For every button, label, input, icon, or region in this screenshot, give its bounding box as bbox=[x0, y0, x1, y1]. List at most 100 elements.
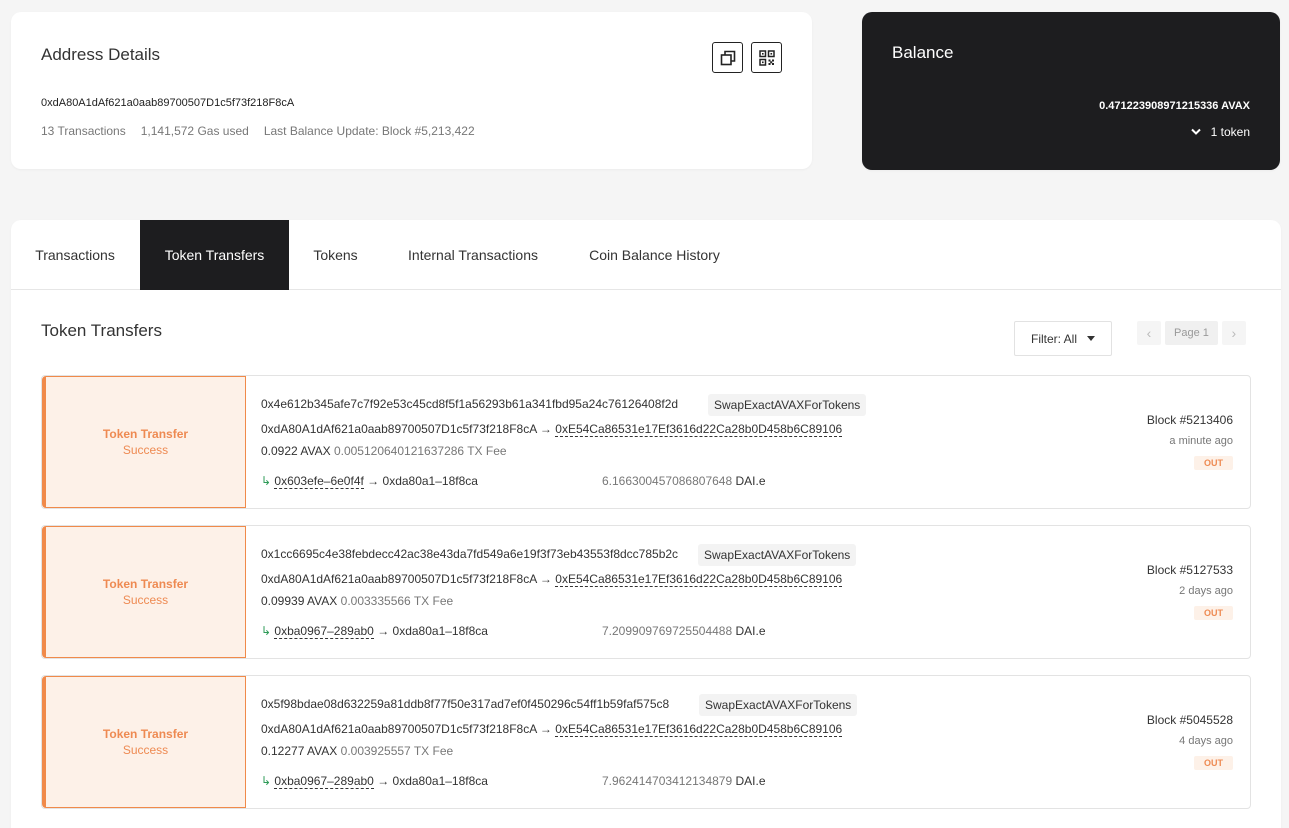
transfer-status: Success bbox=[122, 443, 169, 457]
token-symbol[interactable]: DAI.e bbox=[735, 624, 765, 638]
transfer-status-tile: Token Transfer Success bbox=[42, 376, 246, 508]
address-details-card: Address Details 0xdA80A1dAf621a0aab89700… bbox=[11, 12, 812, 169]
prev-page-button[interactable]: ‹ bbox=[1137, 321, 1161, 345]
address-meta: 13 Transactions 1,141,572 Gas used Last … bbox=[41, 124, 475, 138]
chevron-down-icon bbox=[1190, 128, 1201, 135]
direction-badge: OUT bbox=[1194, 606, 1233, 620]
pagination: ‹ Page 1 › bbox=[1137, 321, 1246, 345]
transfer-row: Token Transfer Success 0x4e612b345afe7c7… bbox=[41, 375, 1251, 509]
direction-badge: OUT bbox=[1194, 756, 1233, 770]
tx-fee: 0.003925557 TX Fee bbox=[340, 744, 454, 758]
caret-down-icon bbox=[1087, 336, 1095, 341]
tab-token-transfers[interactable]: Token Transfers bbox=[140, 220, 289, 290]
transaction-hash[interactable]: 0x1cc6695c4e38febdecc42ac38e43da7fd549a6… bbox=[261, 547, 678, 561]
from-address[interactable]: 0xdA80A1dAf621a0aab89700507D1c5f73f218F8… bbox=[261, 422, 537, 436]
section-title: Token Transfers bbox=[41, 321, 162, 340]
arrow-right-icon: → bbox=[377, 624, 390, 638]
from-address[interactable]: 0xdA80A1dAf621a0aab89700507D1c5f73f218F8… bbox=[261, 572, 537, 586]
copy-address-button[interactable] bbox=[712, 42, 743, 73]
tab-coin-balance-history[interactable]: Coin Balance History bbox=[566, 220, 743, 290]
arrow-right-icon: → bbox=[377, 774, 390, 788]
block-number[interactable]: Block #5127533 bbox=[1147, 563, 1233, 577]
to-address[interactable]: 0xE54Ca86531e17Ef3616d22Ca28b0D458b6C891… bbox=[555, 422, 843, 437]
token-dropdown[interactable]: 1 token bbox=[1190, 125, 1250, 139]
transfer-row: Token Transfer Success 0x1cc6695c4e38feb… bbox=[41, 525, 1251, 659]
from-address[interactable]: 0xdA80A1dAf621a0aab89700507D1c5f73f218F8… bbox=[261, 722, 537, 736]
transaction-count: 13 Transactions bbox=[41, 124, 126, 138]
transfer-type: Token Transfer bbox=[102, 727, 189, 741]
token-amount: 6.166300457086807648 DAI.e bbox=[602, 474, 766, 488]
block-number[interactable]: Block #5213406 bbox=[1147, 413, 1233, 427]
transaction-value: 0.09939 AVAX 0.003335566 TX Fee bbox=[261, 594, 453, 608]
method-badge: SwapExactAVAXForTokens bbox=[708, 394, 867, 416]
from-to: 0xdA80A1dAf621a0aab89700507D1c5f73f218F8… bbox=[261, 572, 843, 587]
arrow-right-icon: → bbox=[539, 722, 552, 736]
transaction-hash[interactable]: 0x5f98bdae08d632259a81ddb8f77f50e317ad7e… bbox=[261, 697, 669, 711]
qr-code-button[interactable] bbox=[751, 42, 782, 73]
block-number[interactable]: Block #5045528 bbox=[1147, 713, 1233, 727]
address-details-title: Address Details bbox=[41, 45, 161, 64]
token-amount-value: 7.962414703412134879 bbox=[602, 774, 733, 788]
arrow-right-icon: → bbox=[539, 572, 552, 586]
from-to: 0xdA80A1dAf621a0aab89700507D1c5f73f218F8… bbox=[261, 722, 843, 737]
token-amount-value: 7.209909769725504488 bbox=[602, 624, 733, 638]
next-page-button[interactable]: › bbox=[1221, 321, 1246, 345]
address-hash[interactable]: 0xdA80A1dAf621a0aab89700507D1c5f73f218F8… bbox=[41, 97, 294, 109]
token-to-address[interactable]: 0xda80a1–18f8ca bbox=[393, 774, 488, 788]
tab-transactions[interactable]: Transactions bbox=[11, 220, 139, 290]
token-to-address[interactable]: 0xda80a1–18f8ca bbox=[393, 624, 488, 638]
tab-tokens[interactable]: Tokens bbox=[291, 220, 380, 290]
arrow-right-icon: → bbox=[539, 422, 552, 436]
tx-fee: 0.005120640121637286 TX Fee bbox=[333, 444, 507, 458]
token-from-address[interactable]: 0x603efe–6e0f4f bbox=[274, 474, 364, 489]
token-amount-value: 6.166300457086807648 bbox=[602, 474, 733, 488]
token-amount: 7.209909769725504488 DAI.e bbox=[602, 624, 766, 638]
from-to: 0xdA80A1dAf621a0aab89700507D1c5f73f218F8… bbox=[261, 422, 843, 437]
transaction-hash[interactable]: 0x4e612b345afe7c7f92e53c45cd8f5f1a56293b… bbox=[261, 397, 678, 411]
qr-code-icon bbox=[758, 49, 775, 66]
transfer-status-tile: Token Transfer Success bbox=[42, 676, 246, 808]
transfer-status: Success bbox=[122, 743, 169, 757]
arrow-right-icon: → bbox=[367, 474, 380, 488]
transfer-type: Token Transfer bbox=[102, 427, 189, 441]
transaction-age: 2 days ago bbox=[1179, 585, 1233, 597]
return-arrow-icon: ↳ bbox=[261, 774, 272, 788]
balance-amount: 0.471223908971215336 AVAX bbox=[1099, 100, 1250, 112]
method-badge: SwapExactAVAXForTokens bbox=[699, 694, 858, 716]
page-indicator: Page 1 bbox=[1165, 321, 1218, 345]
token-from-address[interactable]: 0xba0967–289ab0 bbox=[274, 624, 374, 639]
transfers-panel: Transactions Token Transfers Tokens Inte… bbox=[11, 220, 1281, 828]
return-arrow-icon: ↳ bbox=[261, 474, 272, 488]
direction-badge: OUT bbox=[1194, 456, 1233, 470]
value-amount: 0.0922 AVAX bbox=[261, 444, 331, 458]
balance-title: Balance bbox=[892, 43, 954, 62]
token-symbol[interactable]: DAI.e bbox=[735, 474, 765, 488]
token-count: 1 token bbox=[1210, 125, 1250, 139]
to-address[interactable]: 0xE54Ca86531e17Ef3616d22Ca28b0D458b6C891… bbox=[555, 722, 843, 737]
transfer-type: Token Transfer bbox=[102, 577, 189, 591]
token-from-address[interactable]: 0xba0967–289ab0 bbox=[274, 774, 374, 789]
filter-label: Filter: All bbox=[1030, 331, 1077, 346]
method-badge: SwapExactAVAXForTokens bbox=[698, 544, 857, 566]
tab-bar: Transactions Token Transfers Tokens Inte… bbox=[11, 220, 1281, 290]
tx-fee: 0.003335566 TX Fee bbox=[340, 594, 454, 608]
balance-card: Balance 0.471223908971215336 AVAX 1 toke… bbox=[862, 12, 1280, 170]
return-arrow-icon: ↳ bbox=[261, 624, 272, 638]
gas-used: 1,141,572 Gas used bbox=[140, 124, 249, 138]
transaction-age: a minute ago bbox=[1169, 435, 1233, 447]
tab-internal-transactions[interactable]: Internal Transactions bbox=[381, 220, 565, 290]
token-to-address[interactable]: 0xda80a1–18f8ca bbox=[383, 474, 478, 488]
transfer-status-tile: Token Transfer Success bbox=[42, 526, 246, 658]
token-transfer-line: ↳ 0x603efe–6e0f4f → 0xda80a1–18f8ca bbox=[261, 474, 478, 489]
filter-dropdown[interactable]: Filter: All bbox=[1014, 321, 1112, 356]
transfer-row: Token Transfer Success 0x5f98bdae08d6322… bbox=[41, 675, 1251, 809]
token-transfer-line: ↳ 0xba0967–289ab0 → 0xda80a1–18f8ca bbox=[261, 624, 488, 639]
token-transfer-line: ↳ 0xba0967–289ab0 → 0xda80a1–18f8ca bbox=[261, 774, 488, 789]
token-symbol[interactable]: DAI.e bbox=[735, 774, 765, 788]
token-amount: 7.962414703412134879 DAI.e bbox=[602, 774, 766, 788]
chevron-left-icon: ‹ bbox=[1146, 325, 1152, 341]
to-address[interactable]: 0xE54Ca86531e17Ef3616d22Ca28b0D458b6C891… bbox=[555, 572, 843, 587]
transaction-value: 0.12277 AVAX 0.003925557 TX Fee bbox=[261, 744, 453, 758]
transaction-age: 4 days ago bbox=[1179, 735, 1233, 747]
copy-icon bbox=[720, 50, 735, 65]
